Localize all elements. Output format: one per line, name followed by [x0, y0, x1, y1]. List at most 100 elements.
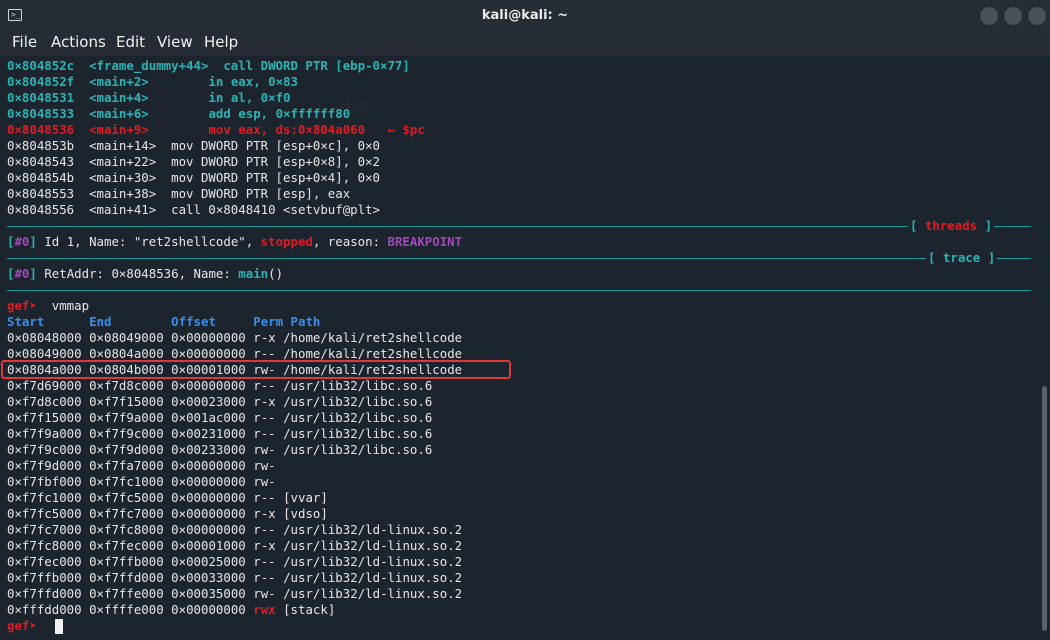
vmmap-row: 0×f7ffb000 0×f7ffd000 0×00033000 r-- /us… [7, 570, 462, 586]
scrollbar-thumb[interactable] [1042, 386, 1047, 631]
vmmap-perm: r-- [253, 522, 276, 537]
vmmap-end: 0×f7fec000 [89, 538, 164, 553]
gef-prompt: gef➤ [7, 618, 37, 633]
threads-section-label: [ threads ] [908, 218, 995, 234]
vmmap-end: 0×f7fc5000 [89, 490, 164, 505]
maximize-button[interactable] [1004, 7, 1022, 25]
scrollbar[interactable] [1039, 56, 1050, 640]
vmmap-path: /usr/lib32/libc.so.6 [283, 442, 433, 457]
trace-section-label: [ trace ] [926, 250, 998, 266]
vmmap-start: 0×f7fec000 [7, 554, 82, 569]
vmmap-perm: r-- [253, 426, 276, 441]
vmmap-perm: r-- [253, 570, 276, 585]
vmmap-end: 0×f7f9a000 [89, 410, 164, 425]
vmmap-path: [vvar] [283, 490, 328, 505]
vmmap-start: 0×08049000 [7, 346, 82, 361]
vmmap-offset: 0×00000000 [171, 378, 246, 393]
vmmap-row: 0×fffdd000 0×ffffe000 0×00000000 rwx [st… [7, 602, 335, 618]
vmmap-end: 0×f7fc1000 [89, 474, 164, 489]
title-bar[interactable]: >_ kali@kali: ~ [0, 0, 1050, 32]
vmmap-offset: 0×00231000 [171, 426, 246, 441]
vmmap-start: 0×f7fc1000 [7, 490, 82, 505]
vmmap-offset: 0×00000000 [171, 506, 246, 521]
disasm-line: 0×8048531 <main+4> in al, 0×f0 [7, 90, 291, 105]
vmmap-end: 0×f7d8c000 [89, 378, 164, 393]
vmmap-start: 0×f7f9c000 [7, 442, 82, 457]
menu-bar: File Actions Edit View Help [0, 32, 1050, 56]
vmmap-row: 0×f7fbf000 0×f7fc1000 0×00000000 rw- [7, 474, 283, 490]
vmmap-end: 0×f7ffe000 [89, 586, 164, 601]
disasm-line: 0×804854b <main+30> mov DWORD PTR [esp+0… [7, 170, 380, 185]
pc-marker: ← $pc [387, 122, 425, 137]
vmmap-offset: 0×00000000 [171, 458, 246, 473]
vmmap-start: 0×f7f15000 [7, 410, 82, 425]
vmmap-path: /usr/lib32/libc.so.6 [283, 426, 433, 441]
window-title: kali@kali: ~ [481, 8, 569, 23]
vmmap-end: 0×f7f9c000 [89, 426, 164, 441]
vmmap-start: 0×f7d8c000 [7, 394, 82, 409]
menu-view[interactable]: View [157, 32, 193, 56]
disasm-line: 0×804852f <main+2> in eax, 0×83 [7, 74, 298, 89]
vmmap-perm: r-- [253, 554, 276, 569]
vmmap-start: 0×f7d69000 [7, 378, 82, 393]
vmmap-row: 0×f7d8c000 0×f7f15000 0×00023000 r-x /us… [7, 394, 432, 410]
menu-file[interactable]: File [12, 32, 37, 56]
disasm-line: 0×8048556 <main+41> call 0×8048410 <setv… [7, 202, 380, 217]
vmmap-end: 0×f7fc8000 [89, 522, 164, 537]
vmmap-row: 0×f7fc7000 0×f7fc8000 0×00000000 r-- /us… [7, 522, 462, 538]
vmmap-path: /usr/lib32/ld-linux.so.2 [283, 538, 463, 553]
vmmap-perm: r-- [253, 346, 276, 361]
vmmap-perm: rw- [253, 474, 276, 489]
vmmap-path: /usr/lib32/ld-linux.so.2 [283, 586, 463, 601]
trace-info-line: [#0] RetAddr: 0×8048536, Name: main() [7, 266, 284, 281]
vmmap-start: 0×f7fbf000 [7, 474, 82, 489]
vmmap-end: 0×f7fa7000 [89, 458, 164, 473]
vmmap-row: 0×f7fc1000 0×f7fc5000 0×00000000 r-- [vv… [7, 490, 328, 506]
highlight-box [1, 360, 511, 379]
vmmap-perm: r-x [253, 538, 276, 553]
vmmap-row: 0×f7f15000 0×f7f9a000 0×001ac000 r-- /us… [7, 410, 432, 426]
vmmap-row: 0×f7f9a000 0×f7f9c000 0×00231000 r-- /us… [7, 426, 432, 442]
vmmap-offset: 0×00001000 [171, 538, 246, 553]
vmmap-perm: rw- [253, 586, 276, 601]
vmmap-start: 0×f7fc8000 [7, 538, 82, 553]
close-button[interactable] [1028, 7, 1046, 25]
terminal-output[interactable]: Help 0×804852c <frame_dummy+44> call DWO… [0, 56, 1036, 640]
vmmap-start: 0×f7ffb000 [7, 570, 82, 585]
vmmap-row: 0×f7fec000 0×f7ffb000 0×00025000 r-- /us… [7, 554, 462, 570]
vmmap-end: 0×0804a000 [89, 346, 164, 361]
typed-command: vmmap [51, 298, 90, 313]
disasm-line: 0×804852c <frame_dummy+44> call DWORD PT… [7, 58, 410, 73]
vmmap-path: /usr/lib32/libc.so.6 [283, 394, 433, 409]
vmmap-end: 0×ffffe000 [89, 602, 164, 617]
vmmap-perm: r-- [253, 378, 276, 393]
trace-separator [7, 258, 1031, 259]
command-line: gef➤ vmmap [7, 298, 89, 314]
vmmap-start: 0×fffdd000 [7, 602, 82, 617]
vmmap-end: 0×f7ffd000 [89, 570, 164, 585]
vmmap-row: 0×f7fc5000 0×f7fc7000 0×00000000 r-x [vd… [7, 506, 328, 522]
vmmap-offset: 0×00000000 [171, 474, 246, 489]
menu-actions[interactable]: Actions [51, 32, 106, 56]
terminal-window: >_ kali@kali: ~ File Actions Edit View H… [0, 0, 1050, 640]
vmmap-start: 0×f7f9d000 [7, 458, 82, 473]
vmmap-perm: rw- [253, 442, 276, 457]
vmmap-perm: rw- [253, 458, 276, 473]
vmmap-end: 0×f7fc7000 [89, 506, 164, 521]
vmmap-offset: 0×00025000 [171, 554, 246, 569]
vmmap-path: /home/kali/ret2shellcode [283, 330, 463, 345]
vmmap-path: [vdso] [283, 506, 328, 521]
disasm-line: 0×8048543 <main+22> mov DWORD PTR [esp+0… [7, 154, 380, 169]
vmmap-offset: 0×00033000 [171, 570, 246, 585]
vmmap-offset: 0×00000000 [171, 490, 246, 505]
text-cursor [55, 619, 63, 634]
vmmap-offset: 0×00000000 [171, 602, 246, 617]
menu-help[interactable]: Help [204, 32, 238, 56]
minimize-button[interactable] [980, 7, 998, 25]
vmmap-end: 0×f7ffb000 [89, 554, 164, 569]
vmmap-row: 0×08048000 0×08049000 0×00000000 r-x /ho… [7, 330, 462, 346]
vmmap-offset: 0×001ac000 [171, 410, 246, 425]
menu-edit[interactable]: Edit [116, 32, 145, 56]
vmmap-path: /usr/lib32/libc.so.6 [283, 410, 433, 425]
vmmap-offset: 0×00000000 [171, 522, 246, 537]
